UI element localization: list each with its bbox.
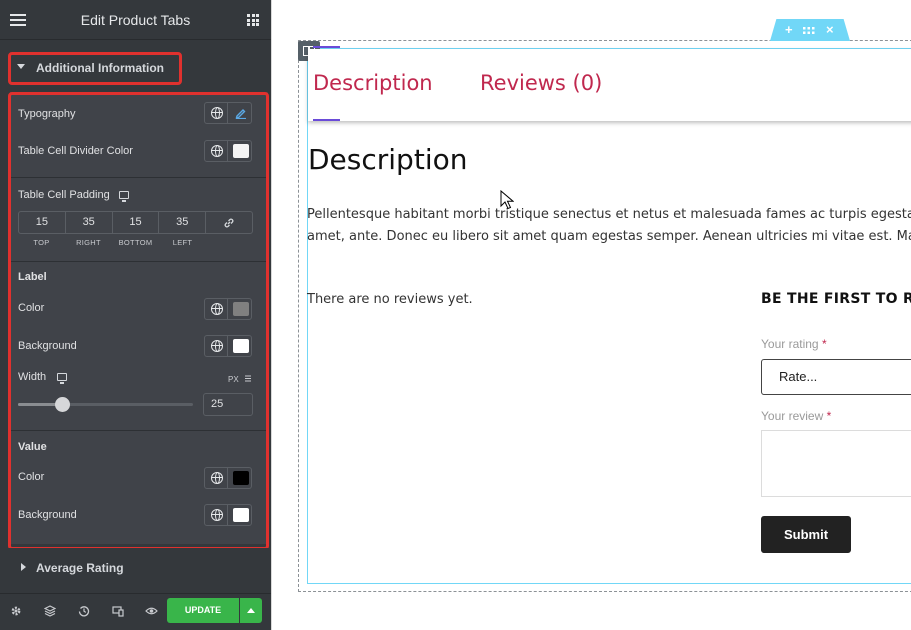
update-button[interactable]: UPDATE <box>167 598 239 623</box>
required-mark: * <box>821 337 827 351</box>
preview-canvas: + × Description Reviews (0) Description … <box>271 0 911 630</box>
section-handle[interactable]: + × <box>770 19 850 41</box>
description-paragraph: Pellentesque habitant morbi tristique se… <box>307 204 911 248</box>
responsive-mode-icon[interactable] <box>109 602 127 620</box>
update-options-button[interactable] <box>240 598 262 623</box>
history-icon[interactable] <box>75 602 93 620</box>
section-title: Average Rating <box>36 561 124 575</box>
widget-outline <box>307 48 911 584</box>
review-label: Your review * <box>761 409 831 423</box>
delete-section-icon[interactable]: × <box>826 22 834 38</box>
product-tabs-bar: Description Reviews (0) <box>308 49 911 121</box>
preview-eye-icon[interactable] <box>142 602 160 620</box>
paragraph-line: Pellentesque habitant morbi tristique se… <box>307 207 911 222</box>
required-mark: * <box>826 409 832 423</box>
review-form-title: BE THE FIRST TO RE <box>761 291 911 307</box>
submit-button[interactable]: Submit <box>761 516 851 553</box>
section-header-average-rating[interactable]: Average Rating <box>0 549 271 587</box>
panel-title: Edit Product Tabs <box>80 12 191 28</box>
editor-panel: Edit Product Tabs Additional Information… <box>0 0 271 630</box>
tab-active-indicator <box>313 119 340 121</box>
tab-description[interactable]: Description <box>313 71 433 95</box>
layers-icon[interactable] <box>41 602 59 620</box>
review-label-text: Your review <box>761 409 824 423</box>
widgets-grid-icon[interactable] <box>247 14 259 26</box>
highlight-box-controls <box>8 92 269 550</box>
section-area: Average Rating <box>0 548 271 593</box>
add-section-icon[interactable]: + <box>785 22 793 38</box>
no-reviews-text: There are no reviews yet. <box>307 292 473 307</box>
tab-reviews[interactable]: Reviews (0) <box>480 71 602 95</box>
rating-select[interactable]: Rate... <box>761 359 911 395</box>
drag-handle-icon[interactable] <box>803 24 815 40</box>
caret-right-icon <box>21 563 26 571</box>
tab-active-indicator <box>313 46 340 48</box>
paragraph-line: amet, ante. Donec eu libero sit amet qua… <box>307 229 911 244</box>
review-textarea[interactable] <box>761 430 911 497</box>
rating-label-text: Your rating <box>761 337 819 351</box>
panel-header: Edit Product Tabs <box>0 0 271 40</box>
rating-label: Your rating * <box>761 337 827 351</box>
highlight-box-section-header <box>8 52 182 85</box>
settings-gear-icon[interactable] <box>7 602 25 620</box>
mouse-cursor-icon <box>500 190 514 210</box>
panel-footer: UPDATE <box>0 593 271 630</box>
description-heading: Description <box>308 143 468 176</box>
